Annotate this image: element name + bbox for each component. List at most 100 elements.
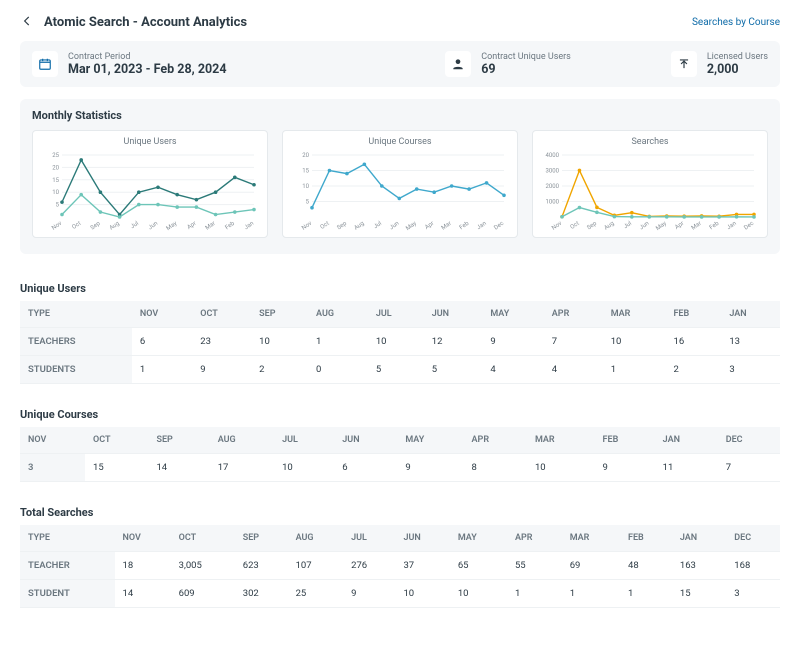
unique-courses-table: NOVOCTSEPAUGJULJUNMAYAPRMARFEBJANDEC3151… (20, 427, 780, 482)
table-header: JUL (368, 301, 424, 328)
table-cell: 163 (672, 552, 726, 580)
table-cell: 10 (395, 580, 449, 608)
svg-text:3000: 3000 (546, 168, 560, 175)
svg-text:Jul: Jul (622, 220, 633, 230)
svg-text:Apr: Apr (424, 220, 436, 231)
table-header: JUL (343, 525, 395, 552)
monthly-stats-title: Monthly Statistics (32, 109, 768, 122)
svg-text:Sep: Sep (89, 220, 102, 232)
table-cell: 15 (85, 454, 148, 482)
table-cell: 10 (450, 580, 507, 608)
svg-text:Sep: Sep (586, 220, 599, 232)
svg-text:Jan: Jan (726, 220, 738, 231)
table-cell: 69 (562, 552, 620, 580)
table-cell: 1 (603, 356, 666, 384)
unique-users-table-title: Unique Users (20, 282, 780, 295)
svg-text:Aug: Aug (603, 220, 616, 232)
table-cell: 11 (655, 454, 718, 482)
chart-card-0: Unique Users510152025NovOctSepAugJulJunM… (32, 130, 268, 238)
licensed-users-label: Licensed Users (707, 52, 768, 62)
table-cell: 1 (507, 580, 562, 608)
table-header: OCT (85, 427, 148, 454)
table-cell: 14 (148, 454, 209, 482)
table-cell: 9 (397, 454, 463, 482)
table-row: STUDENT146093022591010111153 (20, 580, 780, 608)
svg-text:Aug: Aug (108, 220, 121, 232)
searches-by-course-link[interactable]: Searches by Course (692, 17, 780, 28)
table-cell: 0 (308, 356, 368, 384)
table-cell: 3 (721, 356, 780, 384)
svg-text:Apr: Apr (186, 220, 198, 231)
table-header: FEB (595, 427, 655, 454)
table-header: APR (544, 301, 603, 328)
table-header: MAY (450, 525, 507, 552)
table-header: TYPE (20, 525, 115, 552)
table-cell: 10 (274, 454, 334, 482)
back-arrow-icon[interactable] (20, 14, 34, 31)
table-cell: 16 (665, 328, 721, 356)
row-label: STUDENTS (20, 356, 132, 384)
table-header: MAR (603, 301, 666, 328)
unique-courses-table-title: Unique Courses (20, 408, 780, 421)
table-header: SEP (148, 427, 209, 454)
table-cell: 12 (424, 328, 483, 356)
svg-text:May: May (655, 220, 668, 232)
table-header: APR (507, 525, 562, 552)
table-cell: 7 (718, 454, 780, 482)
table-header: JAN (672, 525, 726, 552)
table-header: SEP (235, 525, 288, 552)
upload-icon (671, 51, 697, 77)
table-header: OCT (171, 525, 235, 552)
chart-card-2: Searches1000200030004000NovOctSepAugJulJ… (532, 130, 768, 238)
table-cell: 14 (115, 580, 171, 608)
table-cell: 25 (288, 580, 344, 608)
calendar-icon (32, 51, 58, 77)
table-header: MAY (397, 427, 463, 454)
table-cell: 10 (251, 328, 308, 356)
table-header: JUN (334, 427, 397, 454)
svg-text:20: 20 (302, 152, 309, 159)
svg-text:15: 15 (302, 168, 309, 175)
svg-text:Feb: Feb (224, 220, 237, 232)
table-header: TYPE (20, 301, 132, 328)
table-header: NOV (20, 427, 85, 454)
svg-text:2000: 2000 (546, 183, 560, 190)
svg-text:Oct: Oct (319, 220, 331, 231)
table-header: SEP (251, 301, 308, 328)
page-title: Atomic Search - Account Analytics (44, 15, 247, 30)
svg-text:Oct: Oct (569, 220, 581, 231)
row-label: TEACHER (20, 552, 115, 580)
table-cell: 3 (726, 580, 780, 608)
table-cell: 623 (235, 552, 288, 580)
table-cell: 55 (507, 552, 562, 580)
table-cell: 65 (450, 552, 507, 580)
svg-text:Jan: Jan (243, 220, 255, 231)
contract-period-value: Mar 01, 2023 - Feb 28, 2024 (68, 62, 227, 77)
svg-text:Sep: Sep (336, 220, 349, 232)
table-cell: 10 (368, 328, 424, 356)
table-header: MAY (482, 301, 543, 328)
table-cell: 9 (192, 356, 251, 384)
unique-users-value: 69 (481, 62, 571, 77)
svg-text:Aug: Aug (353, 220, 366, 232)
table-cell: 6 (334, 454, 397, 482)
svg-text:10: 10 (302, 183, 309, 190)
table-cell: 107 (288, 552, 344, 580)
svg-text:Mar: Mar (204, 220, 217, 232)
table-cell: 302 (235, 580, 288, 608)
table-cell: 9 (595, 454, 655, 482)
table-cell: 1 (620, 580, 672, 608)
table-header: DEC (718, 427, 780, 454)
chart-title: Unique Courses (368, 137, 431, 147)
table-row: TEACHER183,0056231072763765556948163168 (20, 552, 780, 580)
table-cell: 9 (343, 580, 395, 608)
svg-text:Dec: Dec (743, 220, 755, 232)
unique-users-table: TYPENOVOCTSEPAUGJULJUNMAYAPRMARFEBJANTEA… (20, 301, 780, 384)
table-cell: 3 (20, 454, 85, 482)
total-searches-table: TYPENOVOCTSEPAUGJULJUNMAYAPRMARFEBJANDEC… (20, 525, 780, 608)
svg-text:5: 5 (56, 202, 60, 209)
table-header: NOV (132, 301, 192, 328)
table-header: DEC (726, 525, 780, 552)
table-cell: 37 (395, 552, 449, 580)
table-cell: 6 (132, 328, 192, 356)
